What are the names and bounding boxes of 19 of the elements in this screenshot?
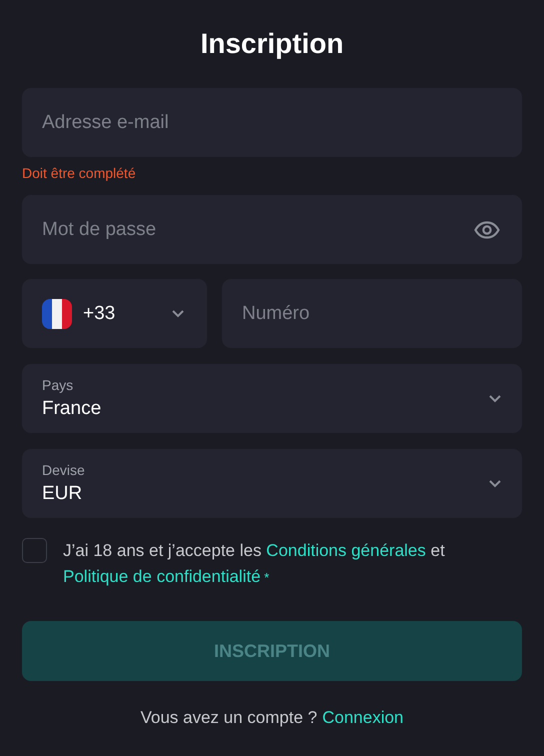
email-field[interactable]: Adresse e-mail [22, 88, 522, 157]
chevron-down-icon [488, 394, 502, 403]
dropdown-select[interactable]: Devise EUR [22, 449, 522, 518]
phone-number-field[interactable]: Numéro [222, 279, 522, 348]
flag-icon [42, 298, 72, 328]
country-code-select[interactable]: +33 [22, 279, 207, 348]
eye-icon[interactable] [474, 221, 500, 239]
login-link[interactable]: Connexion [322, 708, 404, 728]
password-field[interactable]: Mot de passe [22, 195, 522, 264]
terms-text: J’ai 18 ans et j’accepte les Conditions générales et Politique de confidentialité * [63, 540, 446, 588]
chevron-down-icon [171, 309, 185, 318]
checkbox[interactable] [22, 538, 47, 563]
terms-link[interactable]: Conditions générales [266, 541, 426, 560]
account-prompt: Vous avez un compte ? [140, 708, 318, 728]
form-title: Inscription [200, 27, 344, 61]
terms-link[interactable]: Politique de confidentialité [63, 567, 261, 586]
error-message: Doit être complété [22, 165, 137, 181]
chevron-down-icon [488, 479, 502, 488]
dropdown-select[interactable]: Pays France [22, 364, 522, 433]
